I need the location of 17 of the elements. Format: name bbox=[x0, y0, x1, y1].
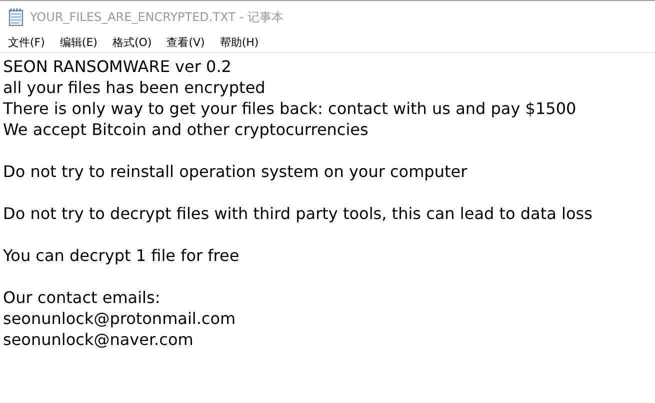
text-line: Do not try to decrypt files with third party tools, this can lead to data loss bbox=[3, 203, 594, 224]
text-line: Our contact emails: bbox=[3, 287, 162, 308]
text-line: all your files has been encrypted bbox=[3, 77, 266, 98]
text-line: SEON RANSOMWARE ver 0.2 bbox=[3, 56, 232, 77]
menu-item[interactable]: 查看(V) bbox=[160, 35, 211, 50]
menu-item[interactable]: 格式(O) bbox=[106, 35, 158, 50]
menu-item[interactable]: 帮助(H) bbox=[214, 35, 265, 50]
menu-item[interactable]: 文件(F) bbox=[2, 35, 51, 50]
menu-item[interactable]: 编辑(E) bbox=[54, 35, 104, 50]
text-line: There is only way to get your files back: contact with us and pay $1500 bbox=[3, 98, 578, 119]
text-line: You can decrypt 1 file for free bbox=[3, 245, 240, 266]
text-line: seonunlock@protonmail.com bbox=[3, 308, 237, 329]
notepad-icon bbox=[8, 8, 24, 26]
text-line: Do not try to reinstall operation system on your computer bbox=[3, 161, 468, 182]
window-title: YOUR_FILES_ARE_ENCRYPTED.TXT - 记事本 bbox=[30, 8, 284, 26]
text-line: seonunlock@naver.com bbox=[3, 329, 194, 350]
text-line: We accept Bitcoin and other cryptocurrencies bbox=[3, 119, 370, 140]
